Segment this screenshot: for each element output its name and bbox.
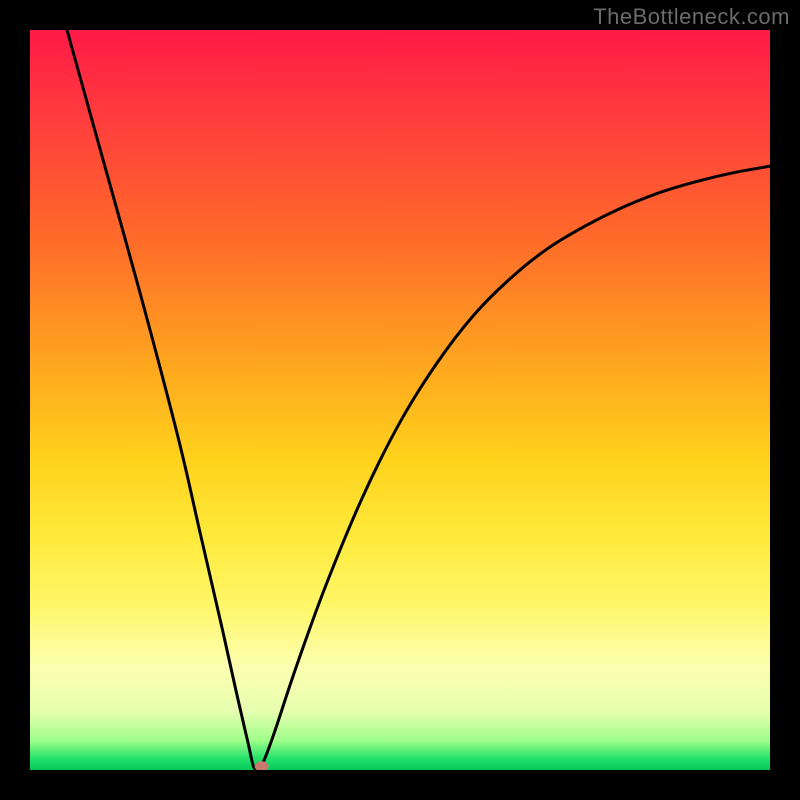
plot-area: [30, 30, 770, 770]
attribution-text: TheBottleneck.com: [593, 4, 790, 30]
minimum-marker: [255, 761, 269, 770]
curve-right: [258, 166, 770, 770]
curve-svg: [30, 30, 770, 770]
chart-frame: TheBottleneck.com: [0, 0, 800, 800]
curve-left: [67, 30, 258, 770]
